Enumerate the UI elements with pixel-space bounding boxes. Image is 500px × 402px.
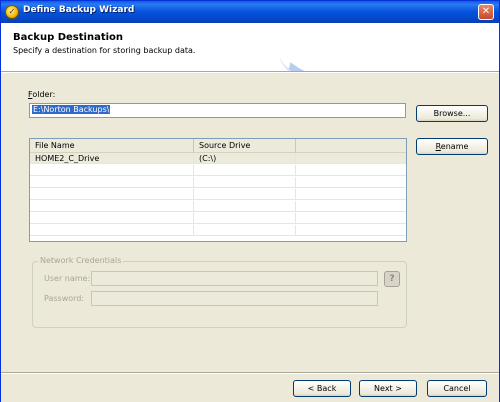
wizard-header: Backup Destination Specify a destination… — [1, 23, 499, 71]
table-row-empty — [30, 165, 406, 176]
help-icon[interactable]: ? — [384, 271, 400, 287]
cell-file-name: HOME2_C_Drive — [30, 153, 194, 164]
username-input[interactable] — [91, 271, 378, 286]
norton-app-icon: ✓ — [5, 5, 19, 19]
window-title: Define Backup Wizard — [23, 5, 135, 15]
header-divider — [1, 71, 499, 73]
back-button[interactable]: < Back — [293, 380, 351, 397]
browse-button[interactable]: Browse... — [416, 105, 488, 122]
table-row[interactable]: HOME2_C_Drive (C:\) — [30, 153, 406, 164]
header-swoosh — [279, 23, 499, 71]
table-row-empty — [30, 189, 406, 200]
table-row-empty — [30, 177, 406, 188]
password-input[interactable] — [91, 291, 378, 306]
cell-source-drive: (C:\) — [194, 153, 296, 164]
close-icon: ✕ — [481, 6, 491, 17]
folder-label: Folder: — [28, 90, 56, 99]
folder-input-value: E:\Norton Backups\ — [32, 105, 111, 114]
title-bar[interactable]: ✓ Define Backup Wizard ✕ — [1, 1, 499, 23]
table-row-empty — [30, 225, 406, 236]
page-subtitle: Specify a destination for storing backup… — [13, 46, 196, 55]
network-credentials-title: Network Credentials — [38, 256, 124, 265]
folder-input[interactable]: E:\Norton Backups\ — [29, 103, 406, 118]
backup-file-list[interactable]: File Name Source Drive HOME2_C_Drive (C:… — [29, 138, 407, 242]
list-header: File Name Source Drive — [30, 139, 406, 153]
next-button[interactable]: Next > — [359, 380, 417, 397]
username-label: User name: — [44, 274, 91, 283]
password-label: Password: — [44, 294, 85, 303]
rename-button[interactable]: Rename — [416, 138, 488, 155]
wizard-window: ✓ Define Backup Wizard ✕ Backup Destinat… — [0, 0, 500, 402]
cancel-button[interactable]: Cancel — [427, 380, 487, 397]
column-header-source-drive[interactable]: Source Drive — [194, 139, 296, 153]
column-header-file-name[interactable]: File Name — [30, 139, 194, 153]
table-row-empty — [30, 213, 406, 224]
close-button[interactable]: ✕ — [478, 4, 494, 20]
wizard-footer: < Back Next > Cancel — [1, 374, 499, 402]
table-row-empty — [30, 201, 406, 212]
page-title: Backup Destination — [13, 32, 124, 43]
